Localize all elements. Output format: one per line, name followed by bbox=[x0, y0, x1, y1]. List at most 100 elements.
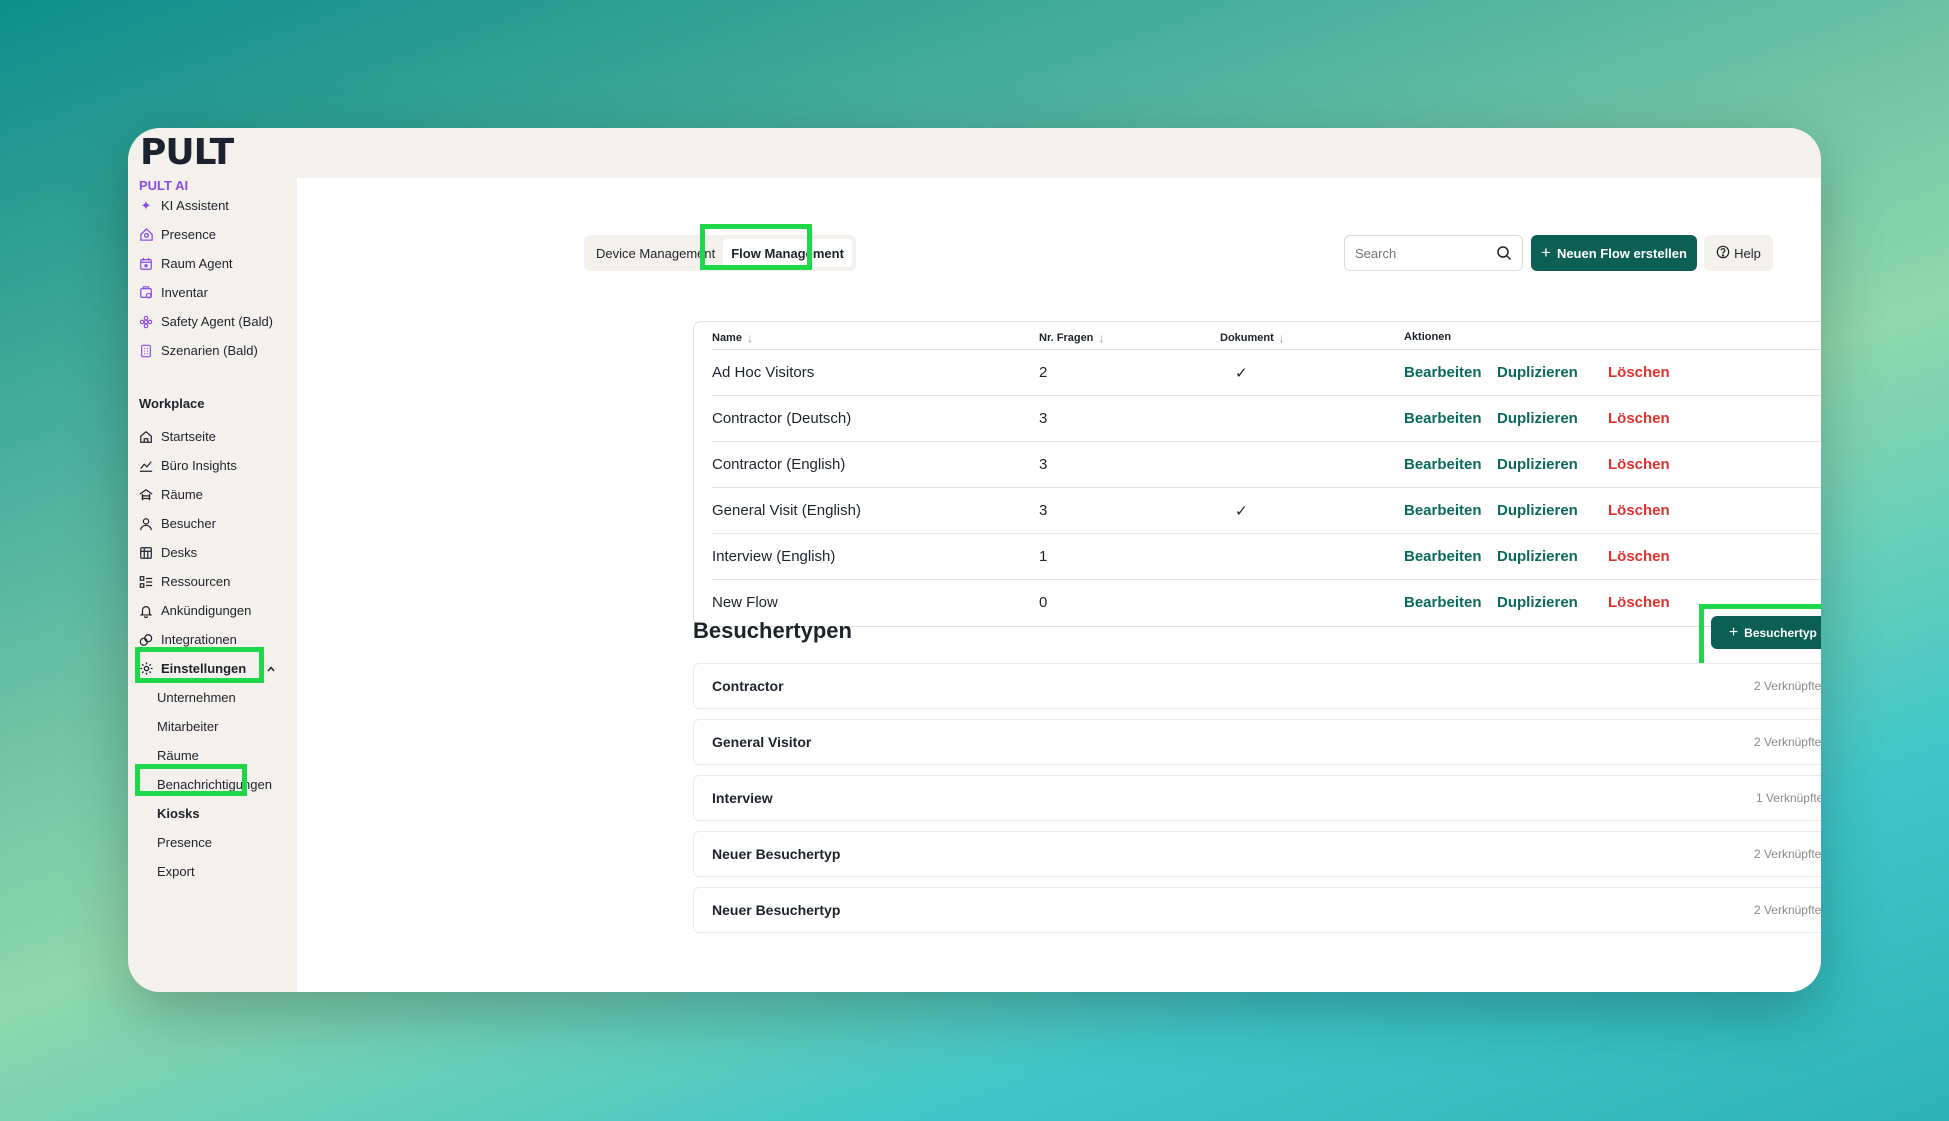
edit-button[interactable]: Bearbeiten bbox=[1404, 502, 1482, 519]
table-row: Contractor (Deutsch) 3 Bearbeiten Dupliz… bbox=[712, 396, 1821, 442]
sidebar-item-szenarien[interactable]: Szenarien (Bald) bbox=[137, 336, 292, 365]
duplicate-button[interactable]: Duplizieren bbox=[1497, 410, 1578, 427]
ai-nav: ✦ KI Assistent Presence Raum Agent Inven… bbox=[137, 191, 292, 365]
sidebar-subitem-mitarbeiter[interactable]: Mitarbeiter bbox=[137, 712, 292, 741]
linked-flows-count: 2 Verknüpfte Flows bbox=[1753, 679, 1821, 693]
sidebar-item-startseite[interactable]: Startseite bbox=[137, 422, 292, 451]
duplicate-button[interactable]: Duplizieren bbox=[1497, 364, 1578, 381]
duplicate-button[interactable]: Duplizieren bbox=[1497, 456, 1578, 473]
flow-questions: 3 bbox=[1039, 502, 1048, 519]
sidebar-item-safety-agent[interactable]: Safety Agent (Bald) bbox=[137, 307, 292, 336]
highlight-add-visitor-type bbox=[1699, 604, 1821, 671]
flow-questions: 1 bbox=[1039, 548, 1048, 565]
sidebar-item-raeume[interactable]: Räume bbox=[137, 480, 292, 509]
header-questions[interactable]: Nr. Fragen ↓ bbox=[1039, 331, 1104, 345]
linked-flows-count: 2 Verknüpfte Flows bbox=[1753, 903, 1821, 917]
sidebar-item-presence[interactable]: Presence bbox=[137, 220, 292, 249]
sidebar-item-inventar[interactable]: Inventar bbox=[137, 278, 292, 307]
link-icon bbox=[137, 631, 155, 649]
visitor-type-row[interactable]: Neuer Besuchertyp 2 Verknüpfte Flows bbox=[693, 887, 1821, 933]
table-row: Contractor (English) 3 Bearbeiten Dupliz… bbox=[712, 442, 1821, 488]
search-icon[interactable] bbox=[1496, 245, 1512, 261]
section-workplace: Workplace bbox=[139, 396, 205, 411]
plus-icon: + bbox=[1541, 243, 1551, 262]
table-row: General Visit (English) 3 ✓ Bearbeiten D… bbox=[712, 488, 1821, 534]
edit-button[interactable]: Bearbeiten bbox=[1404, 456, 1482, 473]
delete-button[interactable]: Löschen bbox=[1608, 548, 1670, 565]
delete-button[interactable]: Löschen bbox=[1608, 456, 1670, 473]
resources-icon bbox=[137, 573, 155, 591]
document-check-icon: ✓ bbox=[1235, 365, 1248, 382]
sidebar-subitem-presence[interactable]: Presence bbox=[137, 828, 292, 857]
presence-icon bbox=[137, 226, 155, 244]
flow-questions: 0 bbox=[1039, 594, 1048, 611]
header-actions: Aktionen bbox=[1404, 331, 1452, 343]
edit-button[interactable]: Bearbeiten bbox=[1404, 594, 1482, 611]
flow-name: Ad Hoc Visitors bbox=[712, 364, 815, 381]
chart-icon bbox=[137, 457, 155, 475]
sidebar-subitem-kiosks[interactable]: Kiosks bbox=[137, 799, 292, 828]
section-title-besuchertypen: Besuchertypen bbox=[693, 618, 852, 643]
visitor-type-name: Neuer Besuchertyp bbox=[712, 902, 841, 918]
delete-button[interactable]: Löschen bbox=[1608, 594, 1670, 611]
table-header: Name ↓ Nr. Fragen ↓ Dokument ↓ Aktionen bbox=[712, 322, 1821, 350]
flower-icon bbox=[137, 313, 155, 331]
visitor-type-name: Interview bbox=[712, 790, 773, 806]
sidebar-subitem-unternehmen[interactable]: Unternehmen bbox=[137, 683, 292, 712]
duplicate-button[interactable]: Duplizieren bbox=[1497, 548, 1578, 565]
flow-questions: 2 bbox=[1039, 364, 1048, 381]
table-row: New Flow 0 Bearbeiten Duplizieren Lösche… bbox=[712, 580, 1821, 626]
highlight-flow-management bbox=[700, 224, 812, 270]
visitor-type-name: General Visitor bbox=[712, 734, 812, 750]
app-window: PULT PULT AI ✦ KI Assistent Presence Rau… bbox=[128, 128, 1821, 992]
table-row: Ad Hoc Visitors 2 ✓ Bearbeiten Duplizier… bbox=[712, 350, 1821, 396]
sidebar-item-ressourcen[interactable]: Ressourcen bbox=[137, 567, 292, 596]
duplicate-button[interactable]: Duplizieren bbox=[1497, 502, 1578, 519]
edit-button[interactable]: Bearbeiten bbox=[1404, 548, 1482, 565]
header-name[interactable]: Name ↓ bbox=[712, 331, 753, 345]
flow-name: Contractor (English) bbox=[712, 456, 846, 473]
delete-button[interactable]: Löschen bbox=[1608, 502, 1670, 519]
visitor-type-row[interactable]: Neuer Besuchertyp 2 Verknüpfte Flows bbox=[693, 831, 1821, 877]
bell-icon bbox=[137, 602, 155, 620]
visitor-type-row[interactable]: Contractor 2 Verknüpfte Flows bbox=[693, 663, 1821, 709]
header-document[interactable]: Dokument ↓ bbox=[1220, 331, 1285, 345]
sidebar-item-besucher[interactable]: Besucher bbox=[137, 509, 292, 538]
grid-icon bbox=[137, 342, 155, 360]
sidebar-item-desks[interactable]: Desks bbox=[137, 538, 292, 567]
edit-button[interactable]: Bearbeiten bbox=[1404, 364, 1482, 381]
sort-arrow-icon: ↓ bbox=[1098, 331, 1105, 345]
visitor-type-row[interactable]: Interview 1 Verknüpfter Flow bbox=[693, 775, 1821, 821]
delete-button[interactable]: Löschen bbox=[1608, 364, 1670, 381]
chevron-up-icon[interactable] bbox=[262, 660, 280, 678]
delete-button[interactable]: Löschen bbox=[1608, 410, 1670, 427]
sidebar-subitem-export[interactable]: Export bbox=[137, 857, 292, 886]
linked-flows-count: 1 Verknüpfter Flow bbox=[1755, 791, 1821, 805]
linked-flows-count: 2 Verknüpfte Flows bbox=[1753, 847, 1821, 861]
visitor-type-name: Contractor bbox=[712, 678, 784, 694]
flow-name: General Visit (English) bbox=[712, 502, 861, 519]
duplicate-button[interactable]: Duplizieren bbox=[1497, 594, 1578, 611]
rooms-icon bbox=[137, 486, 155, 504]
search-input[interactable] bbox=[1355, 245, 1485, 261]
logo: PULT bbox=[140, 132, 234, 173]
main-content: Device Management Flow Management + Neue… bbox=[297, 178, 1821, 992]
edit-button[interactable]: Bearbeiten bbox=[1404, 410, 1482, 427]
home-icon bbox=[137, 428, 155, 446]
calendar-icon bbox=[137, 255, 155, 273]
visitor-type-row[interactable]: General Visitor 2 Verknüpfte Flows bbox=[693, 719, 1821, 765]
new-flow-button[interactable]: + Neuen Flow erstellen bbox=[1531, 235, 1697, 271]
sidebar-item-ki-assistent[interactable]: ✦ KI Assistent bbox=[137, 191, 292, 220]
help-button[interactable]: Help bbox=[1704, 235, 1773, 271]
search-box bbox=[1344, 235, 1523, 271]
linked-flows-count: 2 Verknüpfte Flows bbox=[1753, 735, 1821, 749]
sidebar-item-buero-insights[interactable]: Büro Insights bbox=[137, 451, 292, 480]
table-row: Interview (English) 1 Bearbeiten Duplizi… bbox=[712, 534, 1821, 580]
sidebar-item-ankuendigungen[interactable]: Ankündigungen bbox=[137, 596, 292, 625]
flow-questions: 3 bbox=[1039, 410, 1048, 427]
flow-name: Contractor (Deutsch) bbox=[712, 410, 852, 427]
help-icon bbox=[1716, 245, 1730, 262]
highlight-kiosks bbox=[135, 764, 247, 796]
sparkle-icon: ✦ bbox=[140, 197, 152, 213]
sidebar-item-raum-agent[interactable]: Raum Agent bbox=[137, 249, 292, 278]
